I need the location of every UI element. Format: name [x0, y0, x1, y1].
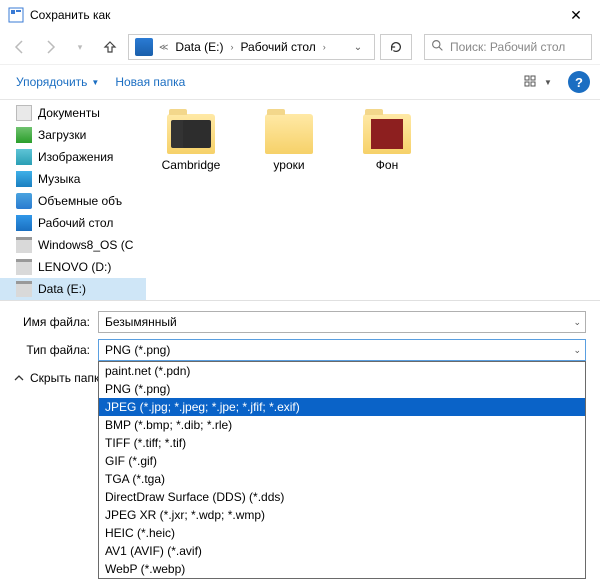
nav-forward-button[interactable]	[38, 35, 62, 59]
sidebar-item-icon	[16, 171, 32, 187]
sidebar-item[interactable]: Музыка	[0, 168, 146, 190]
chevron-down-icon[interactable]: ⌄	[573, 317, 581, 328]
hide-folders-button[interactable]: Скрыть папки	[14, 371, 106, 385]
filetype-option[interactable]: PNG (*.png)	[99, 380, 585, 398]
folder-icon	[265, 114, 313, 154]
filetype-label: Тип файла:	[14, 343, 98, 357]
main-area: ВидеоДокументыЗагрузкиИзображенияМузыкаО…	[0, 100, 600, 300]
folder-item[interactable]: Cambridge	[156, 114, 226, 172]
sidebar-item-label: Windows8_OS (C	[38, 238, 133, 252]
filetype-option[interactable]: JPEG (*.jpg; *.jpeg; *.jpe; *.jfif; *.ex…	[99, 398, 585, 416]
breadcrumb-drive[interactable]: Data (E:)	[170, 35, 228, 59]
filetype-dropdown[interactable]: paint.net (*.pdn)PNG (*.png)JPEG (*.jpg;…	[98, 361, 586, 579]
save-form: Имя файла: Безымянный ⌄ Тип файла: PNG (…	[0, 300, 600, 391]
sidebar-item-label: Музыка	[38, 172, 80, 186]
sidebar-item-label: Документы	[38, 106, 100, 120]
sidebar-item-label: Рабочий стол	[38, 216, 113, 230]
folder-icon	[167, 114, 215, 154]
folder-icon	[363, 114, 411, 154]
view-mode-button[interactable]: ▼	[520, 70, 556, 94]
filetype-option[interactable]: JPEG XR (*.jxr; *.wdp; *.wmp)	[99, 506, 585, 524]
nav-back-button[interactable]	[8, 35, 32, 59]
sidebar-item-label: Загрузки	[38, 128, 86, 142]
window-title: Сохранить как	[30, 8, 556, 22]
filetype-option[interactable]: WebP (*.webp)	[99, 560, 585, 578]
folder-item[interactable]: уроки	[254, 114, 324, 172]
chevron-right-icon[interactable]: ›	[228, 35, 235, 59]
sidebar-item[interactable]: Data (E:)	[0, 278, 146, 300]
sidebar-item-icon	[16, 259, 32, 275]
address-bar[interactable]: ≪ Data (E:) › Рабочий стол › ⌄	[128, 34, 375, 60]
filetype-option[interactable]: AV1 (AVIF) (*.avif)	[99, 542, 585, 560]
filename-label: Имя файла:	[14, 315, 98, 329]
chevron-down-icon: ▼	[544, 78, 552, 87]
folder-label: Cambridge	[162, 158, 221, 172]
search-placeholder: Поиск: Рабочий стол	[450, 40, 565, 54]
filetype-option[interactable]: paint.net (*.pdn)	[99, 362, 585, 380]
search-icon	[431, 39, 444, 55]
chevron-right-icon[interactable]: ≪	[157, 35, 170, 59]
drive-icon	[135, 38, 153, 56]
sidebar-item-icon	[16, 105, 32, 121]
sidebar-item[interactable]: Объемные объ	[0, 190, 146, 212]
chevron-down-icon: ▼	[91, 78, 99, 87]
folder-content[interactable]: Cambridge уроки Фон	[146, 100, 600, 300]
sidebar-item-label: LENOVO (D:)	[38, 260, 111, 274]
sidebar[interactable]: ВидеоДокументыЗагрузкиИзображенияМузыкаО…	[0, 100, 146, 300]
title-bar: Сохранить как ✕	[0, 0, 600, 30]
filetype-option[interactable]: GIF (*.gif)	[99, 452, 585, 470]
filetype-option[interactable]: DirectDraw Surface (DDS) (*.dds)	[99, 488, 585, 506]
folder-item[interactable]: Фон	[352, 114, 422, 172]
sidebar-item-icon	[16, 149, 32, 165]
filetype-option[interactable]: TIFF (*.tiff; *.tif)	[99, 434, 585, 452]
sidebar-item[interactable]: Рабочий стол	[0, 212, 146, 234]
filetype-option[interactable]: BMP (*.bmp; *.dib; *.rle)	[99, 416, 585, 434]
address-dropdown-icon[interactable]: ⌄	[344, 42, 372, 53]
filetype-option[interactable]: TGA (*.tga)	[99, 470, 585, 488]
close-button[interactable]: ✕	[556, 7, 596, 24]
toolbar: Упорядочить ▼ Новая папка ▼ ?	[0, 64, 600, 100]
sidebar-item-label: Data (E:)	[38, 282, 86, 296]
new-folder-button[interactable]: Новая папка	[109, 71, 191, 93]
search-input[interactable]: Поиск: Рабочий стол	[424, 34, 592, 60]
sidebar-item[interactable]: Изображения	[0, 146, 146, 168]
filename-input[interactable]: Безымянный ⌄	[98, 311, 586, 333]
folder-label: Фон	[376, 158, 398, 172]
sidebar-item-label: Изображения	[38, 150, 113, 164]
sidebar-item-icon	[16, 281, 32, 297]
filetype-select[interactable]: PNG (*.png) ⌄	[98, 339, 586, 361]
folder-label: уроки	[273, 158, 304, 172]
refresh-button[interactable]	[380, 34, 412, 60]
chevron-down-icon[interactable]: ⌄	[573, 345, 581, 356]
sidebar-item[interactable]: LENOVO (D:)	[0, 256, 146, 278]
sidebar-item[interactable]: Документы	[0, 102, 146, 124]
app-icon	[8, 7, 24, 23]
nav-row: ▾ ≪ Data (E:) › Рабочий стол › ⌄ Поиск: …	[0, 30, 600, 64]
sidebar-item-icon	[16, 193, 32, 209]
filetype-option[interactable]: HEIC (*.heic)	[99, 524, 585, 542]
nav-up-button[interactable]	[98, 35, 122, 59]
breadcrumb-folder[interactable]: Рабочий стол	[235, 35, 320, 59]
chevron-up-icon	[14, 373, 24, 383]
sidebar-item[interactable]: Загрузки	[0, 124, 146, 146]
sidebar-item[interactable]: Windows8_OS (C	[0, 234, 146, 256]
sidebar-item-icon	[16, 215, 32, 231]
chevron-right-icon[interactable]: ›	[321, 35, 328, 59]
sidebar-item-icon	[16, 237, 32, 253]
organize-button[interactable]: Упорядочить ▼	[10, 71, 105, 93]
nav-recent-button[interactable]: ▾	[68, 35, 92, 59]
sidebar-item-label: Объемные объ	[38, 194, 122, 208]
help-button[interactable]: ?	[568, 71, 590, 93]
sidebar-item-icon	[16, 127, 32, 143]
